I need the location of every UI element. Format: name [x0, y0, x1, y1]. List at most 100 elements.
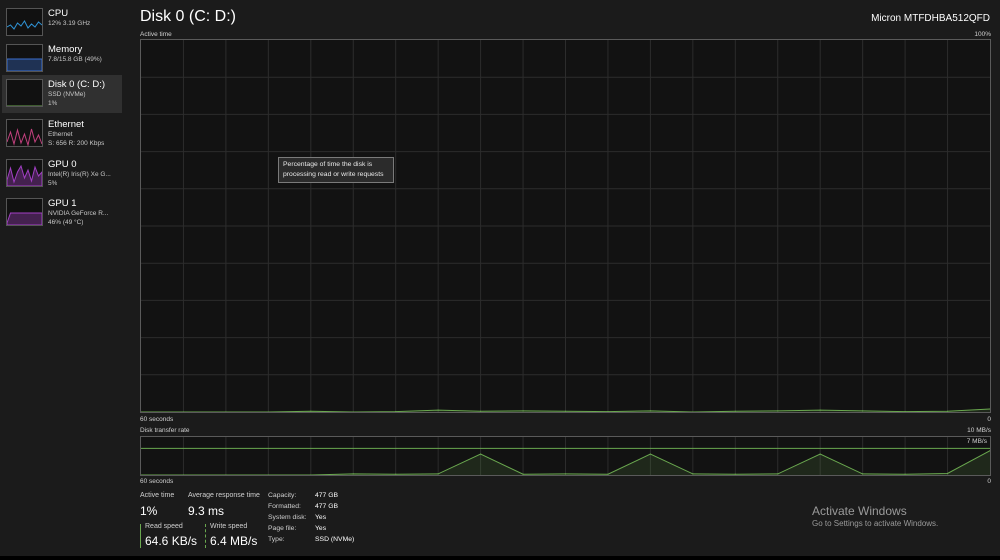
bottom-edge	[0, 556, 1000, 560]
type-value: SSD (NVMe)	[315, 536, 355, 543]
thumbnail-area	[7, 212, 42, 225]
data-point	[946, 410, 949, 412]
data-point	[819, 409, 821, 411]
data-point	[141, 474, 142, 475]
active-time-stat-label: Active time	[140, 492, 175, 499]
data-point	[395, 473, 397, 475]
active-time-x-label: 60 seconds	[140, 416, 174, 423]
sidebar-item-detail: Intel(R) Iris(R) Xe G...	[48, 171, 111, 178]
sidebar-item-detail: 12% 3.19 GHz	[48, 20, 91, 27]
write-speed-label: Write speed	[210, 523, 248, 530]
sidebar-item-disk-0[interactable]: Disk 0 (C: D:) SSD (NVMe) 1%	[2, 75, 122, 113]
capacity-value: 477 GB	[315, 492, 339, 499]
write-speed-indicator	[205, 524, 206, 548]
capacity-label: Capacity:	[268, 492, 297, 499]
read-speed-indicator	[140, 524, 141, 548]
data-point	[734, 410, 736, 412]
read-speed-value: 64.6 KB/s	[145, 534, 198, 548]
activate-windows-subtitle[interactable]: Go to Settings to activate Windows.	[812, 519, 938, 528]
transfer-rate-max-label: 10 MB/s	[967, 427, 991, 434]
sidebar-item-detail: NVIDIA GeForce R...	[48, 210, 109, 217]
sidebar-item-title: Memory	[48, 44, 83, 55]
sidebar-item-title: Disk 0 (C: D:)	[48, 79, 105, 90]
thumbnail-area	[7, 58, 42, 71]
avg-response-stat-value: 9.3 ms	[188, 504, 225, 518]
data-point	[692, 473, 694, 475]
data-point	[310, 410, 312, 412]
data-point	[862, 410, 864, 412]
system-disk-label: System disk:	[268, 514, 307, 521]
sidebar-item-gpu-1[interactable]: GPU 1 NVIDIA GeForce R... 46% (49 °C)	[2, 194, 122, 232]
device-name: Micron MTFDHBA512QFD	[871, 13, 990, 24]
thumbnail-area	[7, 164, 42, 186]
sidebar-item-title: GPU 1	[48, 198, 77, 209]
transfer-rate-axis-label: Disk transfer rate	[140, 427, 190, 434]
sidebar-item-gpu-0[interactable]: GPU 0 Intel(R) Iris(R) Xe G... 5%	[2, 155, 122, 193]
tooltip-line: Percentage of time the disk is	[283, 161, 373, 168]
ethernet-graph-thumbnail	[6, 119, 43, 147]
active-time-graph	[140, 39, 991, 413]
read-speed-label: Read speed	[145, 523, 183, 530]
type-label: Type:	[268, 536, 285, 543]
transfer-rate-min-label: 0	[987, 478, 991, 485]
data-point	[564, 410, 567, 412]
active-time-min-label: 0	[987, 416, 991, 423]
tooltip: Percentage of time the disk is processin…	[278, 157, 394, 183]
data-point	[649, 410, 651, 412]
sidebar-item-detail: 1%	[48, 100, 58, 107]
data-point	[607, 473, 609, 475]
data-point	[946, 472, 949, 475]
data-point	[904, 473, 906, 475]
thumbnail-line	[7, 128, 42, 146]
data-point	[352, 473, 354, 475]
thumbnail-line	[7, 20, 42, 30]
data-point	[862, 473, 864, 475]
data-point	[777, 473, 779, 475]
sidebar-item-title: CPU	[48, 8, 69, 19]
sidebar-item-detail: 46% (49 °C)	[48, 219, 84, 226]
disk-graph-thumbnail	[6, 79, 43, 107]
avg-response-stat-label: Average response time	[188, 492, 260, 499]
data-point	[522, 410, 524, 412]
active-time-stat-value: 1%	[140, 504, 158, 518]
data-point	[480, 410, 482, 412]
transfer-rate-graph	[140, 436, 991, 476]
data-point	[141, 411, 142, 412]
transfer-rate-ref-label: 7 MB/s	[964, 438, 989, 445]
sidebar-item-memory[interactable]: Memory 7.8/15.8 GB (49%)	[2, 40, 122, 78]
write-speed-value: 6.4 MB/s	[210, 534, 258, 548]
sidebar-item-detail: S: 656 R: 200 Kbps	[48, 140, 105, 147]
data-point	[777, 410, 779, 412]
gpu1-graph-thumbnail	[6, 198, 43, 226]
data-point	[437, 473, 439, 475]
data-point	[480, 453, 482, 455]
formatted-label: Formatted:	[268, 503, 301, 510]
sidebar-item-detail: Ethernet	[48, 131, 73, 138]
data-point	[564, 473, 567, 475]
sidebar: CPU 12% 3.19 GHz Memory 7.8/15.8 GB (49%) Di…	[0, 0, 124, 556]
active-time-max-label: 100%	[974, 31, 991, 38]
sidebar-item-detail: SSD (NVMe)	[48, 91, 86, 98]
sidebar-item-title: GPU 0	[48, 159, 77, 170]
data-point	[819, 453, 821, 455]
page-file-label: Page file:	[268, 525, 297, 532]
data-point	[649, 453, 651, 455]
activate-windows-title: Activate Windows	[812, 504, 907, 518]
memory-graph-thumbnail	[6, 44, 43, 72]
data-point	[734, 473, 736, 475]
sidebar-item-title: Ethernet	[48, 119, 84, 130]
page-file-value: Yes	[315, 525, 327, 532]
formatted-value: 477 GB	[315, 503, 339, 510]
system-disk-value: Yes	[315, 514, 327, 521]
active-time-axis-label: Active time	[140, 31, 172, 38]
sidebar-item-detail: 7.8/15.8 GB (49%)	[48, 56, 102, 63]
gpu0-graph-thumbnail	[6, 159, 43, 187]
data-point	[437, 409, 439, 411]
sidebar-item-detail: 5%	[48, 180, 58, 187]
tooltip-line: processing read or write requests	[283, 171, 384, 178]
sidebar-item-ethernet[interactable]: Ethernet Ethernet S: 656 R: 200 Kbps	[2, 115, 122, 153]
transfer-rate-x-label: 60 seconds	[140, 478, 174, 485]
sidebar-item-cpu[interactable]: CPU 12% 3.19 GHz	[2, 4, 122, 42]
page-title: Disk 0 (C: D:)	[140, 8, 236, 25]
cpu-graph-thumbnail	[6, 8, 43, 36]
